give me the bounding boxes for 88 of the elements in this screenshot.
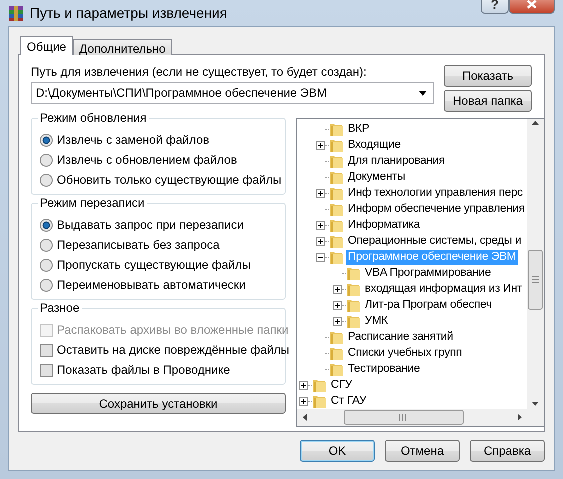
folder-icon (329, 137, 344, 153)
folder-icon (329, 201, 344, 217)
folder-label[interactable]: ВКР (346, 122, 372, 136)
option-label: Извлечь с заменой файлов (57, 133, 210, 147)
new-folder-button[interactable]: Новая папка (444, 90, 532, 112)
show-button[interactable]: Показать (444, 65, 532, 87)
checkbox[interactable] (40, 344, 53, 356)
folder-label[interactable]: Документы (346, 170, 408, 184)
radio-button[interactable] (40, 174, 53, 186)
group-title: Режим обновления (38, 111, 149, 125)
folder-label[interactable]: VBA Программирование (363, 266, 494, 280)
radio-button[interactable] (40, 134, 53, 146)
folder-icon (329, 169, 344, 185)
tab[interactable]: Дополнительно (73, 39, 172, 55)
option-label: Перезаписывать без запроса (57, 238, 220, 252)
radio-button[interactable] (40, 258, 53, 272)
folder-icon (346, 313, 361, 329)
folder-label[interactable]: входящая информация из Инт (363, 282, 524, 296)
radio-button[interactable] (40, 218, 53, 232)
horizontal-scrollbar[interactable] (297, 409, 544, 426)
window-title: Путь и параметры извлечения (30, 5, 228, 21)
path-label: Путь для извлечения (если не существует, то будет создан): (31, 65, 368, 79)
checkbox[interactable] (40, 364, 53, 376)
expand-icon[interactable] (316, 236, 325, 246)
tab[interactable]: Общие (20, 36, 74, 55)
folder-icon (329, 345, 344, 361)
vertical-scrollbar[interactable] (526, 119, 544, 409)
dialog-button[interactable]: Справка (470, 440, 545, 462)
expand-icon[interactable] (299, 396, 308, 406)
dialog-button[interactable]: OK (300, 440, 375, 462)
expand-icon[interactable] (333, 284, 342, 294)
expand-icon[interactable] (316, 220, 325, 230)
save-settings-button[interactable]: Сохранить установки (31, 393, 286, 414)
expand-icon[interactable] (316, 140, 325, 150)
radio-button[interactable] (40, 238, 53, 252)
expand-icon[interactable] (333, 316, 342, 326)
option-label: Пропускать существующие файлы (57, 258, 251, 272)
folder-label[interactable]: Списки учебных групп (346, 346, 464, 360)
folder-icon (329, 185, 344, 201)
dropdown-icon[interactable] (419, 90, 427, 96)
folder-label[interactable]: Для планирования (346, 154, 447, 168)
radio-button[interactable] (40, 154, 53, 166)
folder-label[interactable]: Информ обеспечение управления (346, 202, 527, 216)
folder-icon (346, 297, 361, 313)
option-label: Обновить только существующие файлы (57, 173, 282, 187)
folder-icon (329, 361, 344, 377)
folder-label[interactable]: Расписание занятий (346, 330, 456, 344)
folder-label[interactable]: Информатика (346, 218, 422, 232)
scroll-thumb[interactable] (344, 410, 464, 425)
folder-icon (329, 153, 344, 169)
folder-icon (312, 377, 327, 393)
folder-icon (329, 233, 344, 249)
folder-label[interactable]: СГУ (329, 378, 354, 392)
folder-icon (329, 329, 344, 345)
folder-label[interactable]: УМК (363, 314, 390, 328)
expand-icon[interactable] (333, 300, 342, 310)
path-field[interactable]: D:\Документы\СПИ\Программное обеспечение ЭВМ (31, 82, 434, 104)
folder-icon (329, 121, 344, 137)
folder-label[interactable]: Тестирование (346, 362, 422, 376)
option-label: Оставить на диске повреждённые файлы (57, 343, 290, 357)
close-icon[interactable] (526, 0, 538, 10)
up-arrow-icon[interactable] (530, 119, 540, 128)
expand-icon[interactable] (299, 380, 308, 390)
group-title: Режим перезаписи (38, 196, 147, 210)
option-label: Показать файлы в Проводнике (57, 363, 230, 377)
folder-label[interactable]: Операционные системы, среды и (346, 234, 524, 248)
archive-icon (8, 4, 24, 22)
folder-icon (346, 281, 361, 297)
folder-label[interactable]: Инф технологии управления перс (346, 186, 525, 200)
radio-button[interactable] (40, 278, 53, 292)
folder-label[interactable]: Ст ГАУ (329, 394, 368, 408)
option-label: Извлечь с обновлением файлов (57, 153, 238, 167)
folder-icon (329, 217, 344, 233)
option-label: Переименовывать автоматически (57, 278, 246, 292)
folder-icon (329, 249, 344, 265)
expand-icon[interactable] (316, 188, 325, 198)
folder-label[interactable]: Лит-ра Програм обеспеч (363, 298, 494, 312)
close-button[interactable] (509, 0, 555, 14)
group-title: Разное (38, 301, 82, 315)
dialog-button[interactable]: Отмена (385, 440, 460, 462)
folder-icon (312, 393, 327, 409)
option-label: Распаковать архивы во вложенные папки (57, 323, 289, 337)
scroll-thumb[interactable] (528, 250, 543, 310)
option-label: Выдавать запрос при перезаписи (57, 218, 244, 232)
left-arrow-icon[interactable] (301, 413, 310, 422)
folder-icon (346, 265, 361, 281)
collapse-icon[interactable] (316, 252, 325, 262)
folder-label[interactable]: Входящие (346, 138, 403, 152)
